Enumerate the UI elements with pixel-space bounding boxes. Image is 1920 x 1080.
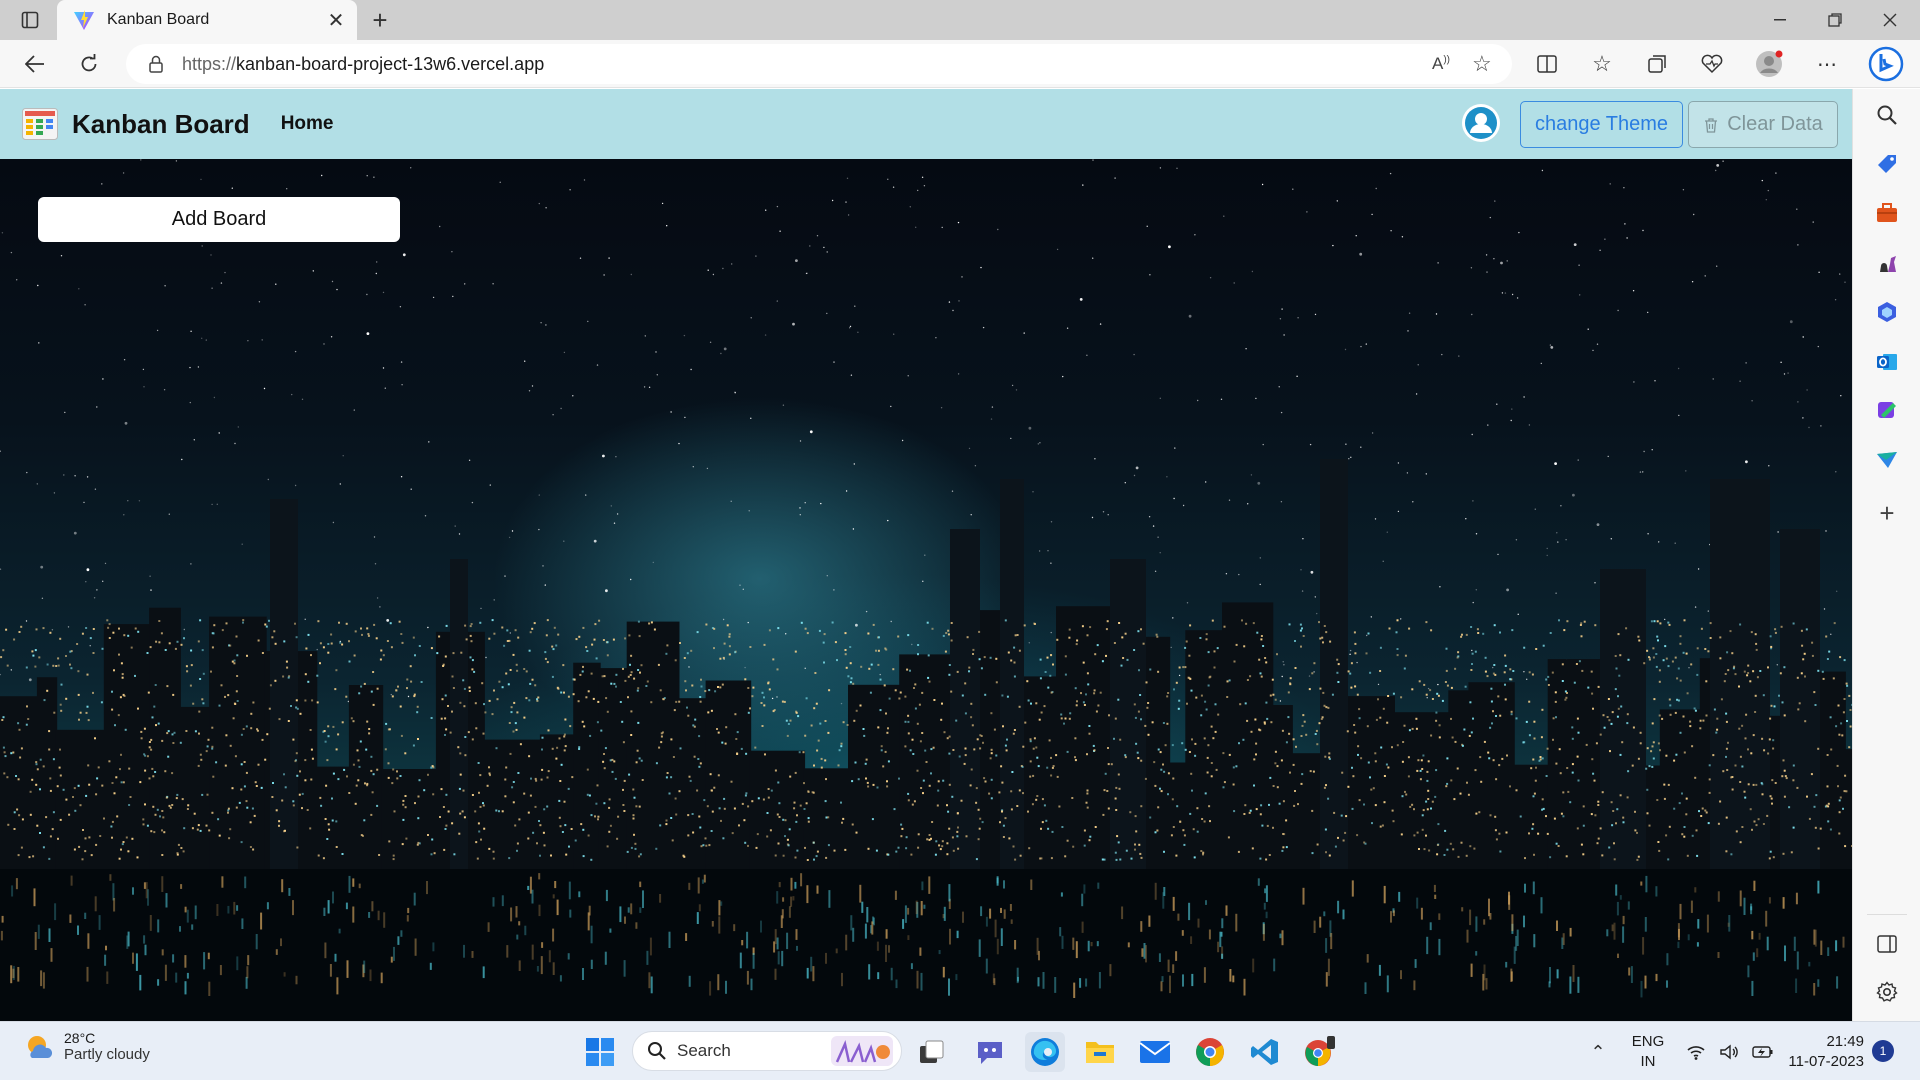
briefcase-icon[interactable] xyxy=(1870,196,1904,230)
chrome-canary-icon[interactable] xyxy=(1300,1032,1340,1072)
copilot-icon[interactable] xyxy=(1870,295,1904,329)
clear-data-button[interactable]: Clear Data xyxy=(1688,101,1838,148)
mail-icon[interactable] xyxy=(1135,1032,1175,1072)
web-page: Kanban Board Home change Theme Clear Dat… xyxy=(0,89,1852,1021)
clear-data-label: Clear Data xyxy=(1727,113,1823,135)
notification-badge[interactable]: 1 xyxy=(1872,1040,1894,1062)
search-icon[interactable] xyxy=(1870,98,1904,132)
battery-charging-icon xyxy=(1751,1046,1773,1058)
profile-avatar-icon[interactable] xyxy=(1752,48,1786,80)
brand-title: Kanban Board xyxy=(72,108,250,139)
chess-icon[interactable] xyxy=(1870,246,1904,280)
partly-cloudy-icon xyxy=(28,1035,53,1058)
vscode-icon[interactable] xyxy=(1245,1032,1285,1072)
back-icon[interactable] xyxy=(18,48,52,80)
clock-date: 11-07-2023 xyxy=(1788,1053,1864,1070)
lock-icon[interactable] xyxy=(146,54,166,74)
taskbar-search-box[interactable]: Search xyxy=(632,1031,902,1071)
new-tab-icon[interactable]: + xyxy=(366,0,394,40)
designer-icon[interactable] xyxy=(1870,394,1904,428)
vite-favicon-icon xyxy=(74,10,94,30)
browser-tab[interactable]: Kanban Board ✕ xyxy=(57,0,357,40)
favorites-icon[interactable]: ☆ xyxy=(1585,48,1619,80)
chevron-up-icon[interactable]: ⌃ xyxy=(1578,1032,1618,1072)
weather-condition: Partly cloudy xyxy=(64,1046,150,1063)
collections-icon[interactable] xyxy=(1640,48,1674,80)
bing-copilot-icon[interactable] xyxy=(1866,46,1906,82)
search-icon xyxy=(648,1042,666,1060)
close-tab-icon[interactable]: ✕ xyxy=(321,8,351,33)
kanban-logo-icon xyxy=(22,108,58,140)
trash-icon xyxy=(1705,117,1718,133)
weather-widget[interactable]: 28°C Partly cloudy xyxy=(24,1030,150,1063)
more-menu-icon[interactable]: ⋯ xyxy=(1810,48,1844,80)
close-window-icon[interactable] xyxy=(1870,0,1910,40)
teams-icon[interactable] xyxy=(970,1032,1010,1072)
refresh-icon[interactable] xyxy=(72,48,106,80)
browser-tab-bar: Kanban Board ✕ + xyxy=(0,0,1920,40)
task-view-icon[interactable] xyxy=(912,1032,952,1072)
language-indicator[interactable]: ENG IN xyxy=(1628,1032,1668,1072)
sidebar-divider xyxy=(1867,914,1907,915)
weather-temperature: 28°C xyxy=(64,1030,96,1046)
address-toolbar: https://kanban-board-project-13w6.vercel… xyxy=(0,40,1920,88)
read-aloud-icon[interactable]: A)) xyxy=(1432,54,1472,74)
outlook-icon[interactable] xyxy=(1870,345,1904,379)
url-bar[interactable]: https://kanban-board-project-13w6.vercel… xyxy=(126,44,1512,84)
favorite-star-icon[interactable]: ☆ xyxy=(1472,51,1512,77)
file-explorer-icon[interactable] xyxy=(1080,1032,1120,1072)
search-highlight-icon xyxy=(831,1036,893,1066)
edge-icon[interactable] xyxy=(1025,1032,1065,1072)
minimize-icon[interactable] xyxy=(1760,0,1800,40)
start-icon[interactable] xyxy=(580,1032,620,1072)
system-status-icons[interactable] xyxy=(1680,1032,1780,1072)
split-panel-icon[interactable] xyxy=(1870,927,1904,961)
volume-icon xyxy=(1720,1044,1738,1060)
app-navbar: Kanban Board Home change Theme Clear Dat… xyxy=(0,89,1852,159)
browser-essentials-icon[interactable] xyxy=(1695,48,1729,80)
night-city-background: Add Board xyxy=(0,159,1852,1021)
send-icon[interactable] xyxy=(1870,443,1904,477)
wifi-icon xyxy=(1687,1046,1705,1060)
tab-actions-icon[interactable] xyxy=(14,0,46,40)
nav-home-link[interactable]: Home xyxy=(281,113,334,135)
system-clock[interactable]: 21:49 11-07-2023 xyxy=(1774,1032,1864,1072)
add-icon[interactable]: + xyxy=(1870,496,1904,530)
tag-icon[interactable] xyxy=(1870,147,1904,181)
clock-time: 21:49 xyxy=(1826,1033,1864,1050)
restore-icon[interactable] xyxy=(1815,0,1855,40)
search-label: Search xyxy=(677,1041,731,1060)
edge-sidebar: + xyxy=(1852,89,1920,1021)
settings-icon[interactable] xyxy=(1870,975,1904,1009)
user-avatar-icon[interactable] xyxy=(1462,104,1500,142)
add-board-button[interactable]: Add Board xyxy=(38,197,400,242)
windows-taskbar: 28°C Partly cloudy Search ⌃ ENG IN 21:49… xyxy=(0,1021,1920,1080)
change-theme-button[interactable]: change Theme xyxy=(1520,101,1683,148)
chrome-icon[interactable] xyxy=(1190,1032,1230,1072)
tab-title: Kanban Board xyxy=(107,11,210,28)
url-text[interactable]: https://kanban-board-project-13w6.vercel… xyxy=(182,54,1432,75)
city-skyline xyxy=(0,459,1852,1021)
split-screen-icon[interactable] xyxy=(1530,48,1564,80)
